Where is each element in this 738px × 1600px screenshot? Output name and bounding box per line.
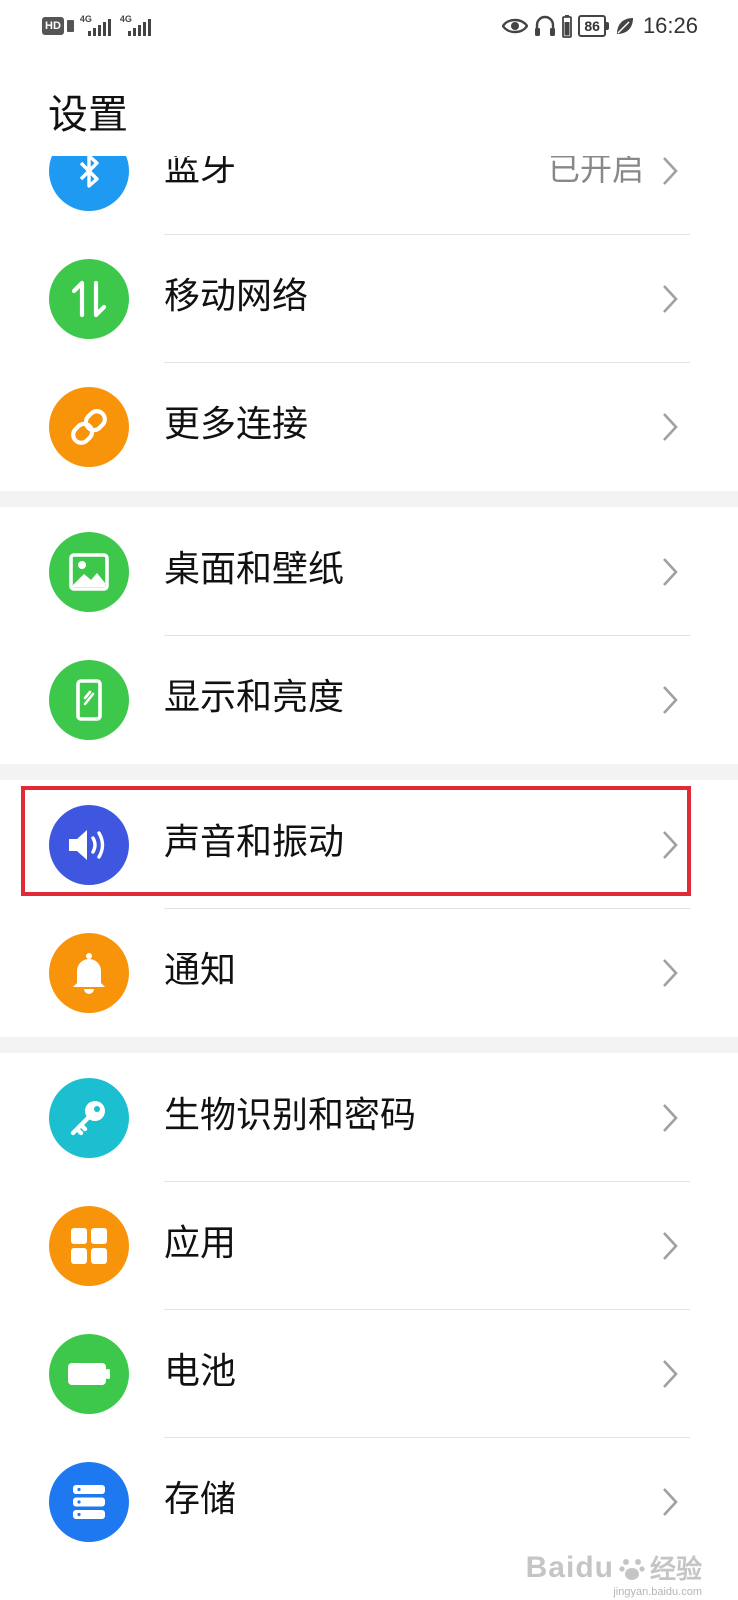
chevron-right-icon — [663, 959, 678, 987]
setting-label: 生物识别和密码 — [164, 1095, 417, 1136]
storage-icon — [73, 1485, 105, 1519]
link-icon — [71, 409, 107, 445]
section-gap — [0, 491, 738, 507]
bluetooth-icon — [79, 154, 99, 188]
mobile-data-icon-badge — [49, 259, 129, 339]
key-icon-badge — [49, 1078, 129, 1158]
chevron-right-icon — [663, 413, 678, 441]
apps-grid-icon — [71, 1228, 107, 1264]
signal-strength-icon: 4G — [80, 14, 114, 37]
clock: 16:26 — [642, 13, 698, 38]
chevron-right-icon — [663, 1488, 678, 1516]
image-icon — [69, 553, 109, 591]
apps-grid-icon-badge — [49, 1206, 129, 1286]
bell-icon — [73, 953, 105, 994]
section-gap — [0, 1037, 738, 1053]
key-icon — [70, 1101, 105, 1136]
page-title: 设置 — [48, 92, 128, 138]
bell-icon-badge — [49, 933, 129, 1013]
chevron-right-icon — [663, 157, 678, 185]
setting-label: 显示和亮度 — [164, 677, 345, 718]
chevron-right-icon — [663, 1360, 678, 1388]
setting-label: 桌面和壁纸 — [164, 549, 345, 590]
battery-indicator: 86 — [578, 15, 609, 37]
status-bar: HD 4G 4G 86 16:26 — [0, 0, 738, 52]
image-icon-badge — [49, 532, 129, 612]
headphones-icon — [535, 15, 556, 36]
setting-label: 应用 — [164, 1223, 237, 1264]
setting-label: 存储 — [164, 1479, 237, 1520]
setting-label: 更多连接 — [164, 404, 309, 445]
section-gap — [0, 764, 738, 780]
watermark-sub: 经验 — [649, 1554, 702, 1584]
setting-item-mobile-network[interactable]: 移动网络 — [0, 235, 738, 363]
mobile-data-icon — [71, 280, 107, 318]
battery-icon-badge — [49, 1334, 129, 1414]
setting-item-battery[interactable]: 电池 — [0, 1310, 738, 1438]
setting-label: 电池 — [164, 1351, 237, 1392]
chevron-right-icon — [663, 686, 678, 714]
setting-item-wallpaper[interactable]: 桌面和壁纸 — [0, 508, 738, 636]
chevron-right-icon — [663, 1104, 678, 1132]
setting-item-storage[interactable]: 存储 — [0, 1438, 738, 1566]
setting-label: 移动网络 — [164, 276, 309, 317]
link-icon-badge — [49, 387, 129, 467]
eye-icon — [502, 18, 529, 34]
watermark-brand: Baidu — [525, 1550, 614, 1584]
chevron-right-icon — [663, 285, 678, 313]
watermark-url: jingyan.baidu.com — [613, 1586, 702, 1598]
setting-item-notifications[interactable]: 通知 — [0, 909, 738, 1037]
headphone-battery-icon — [562, 15, 573, 38]
setting-item-more-connections[interactable]: 更多连接 — [0, 363, 738, 491]
highlight-box — [21, 786, 691, 896]
battery-level: 86 — [578, 15, 606, 37]
paw-icon — [619, 1558, 645, 1580]
storage-icon-badge — [49, 1462, 129, 1542]
setting-item-display[interactable]: 显示和亮度 — [0, 636, 738, 764]
watermark-logo: Baidu 经验 jingyan.baidu.com — [525, 1549, 702, 1599]
setting-item-apps[interactable]: 应用 — [0, 1182, 738, 1310]
battery-icon — [68, 1363, 110, 1385]
phone-display-icon — [76, 679, 102, 721]
chevron-right-icon — [663, 558, 678, 586]
hd-voice-badge: HD — [42, 17, 64, 35]
leaf-icon — [616, 18, 633, 34]
chevron-right-icon — [663, 1232, 678, 1260]
sim-icon — [66, 20, 74, 32]
signal-strength-icon-2: 4G — [120, 14, 154, 37]
setting-item-biometrics[interactable]: 生物识别和密码 — [0, 1054, 738, 1182]
phone-display-icon-badge — [49, 660, 129, 740]
setting-label: 通知 — [164, 950, 237, 991]
